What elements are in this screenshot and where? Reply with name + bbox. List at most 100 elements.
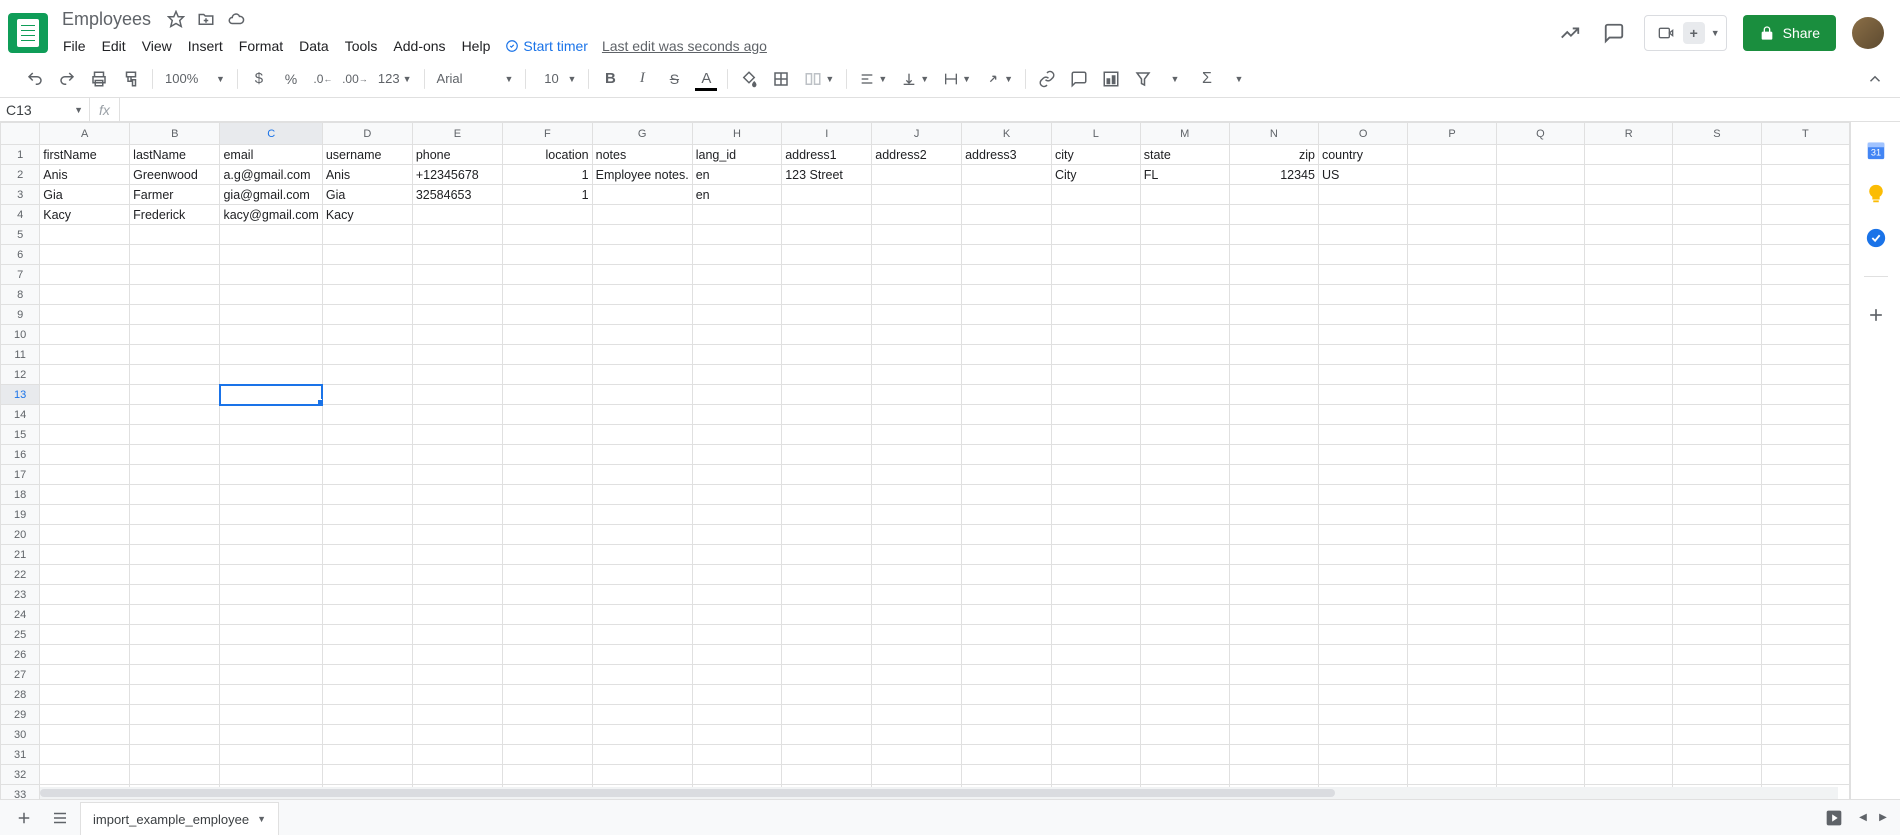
cell[interactable]: [1051, 705, 1140, 725]
text-rotation-button[interactable]: ▼: [979, 65, 1019, 93]
cell[interactable]: [220, 305, 322, 325]
row-header[interactable]: 31: [1, 745, 40, 765]
functions-button[interactable]: Σ: [1192, 65, 1222, 93]
cell[interactable]: [1318, 325, 1407, 345]
cell[interactable]: [130, 245, 220, 265]
cell[interactable]: [503, 485, 593, 505]
row-header[interactable]: 8: [1, 285, 40, 305]
cell[interactable]: [872, 345, 962, 365]
row-header[interactable]: 30: [1, 725, 40, 745]
cell[interactable]: [692, 545, 781, 565]
cell[interactable]: [872, 265, 962, 285]
cell[interactable]: [40, 345, 130, 365]
cell[interactable]: [1408, 545, 1496, 565]
horizontal-scrollbar[interactable]: [40, 787, 1838, 799]
cell[interactable]: [1318, 745, 1407, 765]
cell[interactable]: [1496, 625, 1584, 645]
cell[interactable]: [1496, 745, 1584, 765]
row-header[interactable]: 13: [1, 385, 40, 405]
cell[interactable]: [1229, 205, 1318, 225]
cell[interactable]: username: [322, 145, 412, 165]
cell[interactable]: [1761, 205, 1849, 225]
cell[interactable]: [1318, 285, 1407, 305]
cell[interactable]: [1229, 585, 1318, 605]
cell[interactable]: [1140, 385, 1229, 405]
cell[interactable]: [40, 685, 130, 705]
column-header[interactable]: E: [412, 123, 502, 145]
cell[interactable]: [322, 705, 412, 725]
cell[interactable]: [782, 545, 872, 565]
cell[interactable]: [872, 485, 962, 505]
cell[interactable]: [872, 645, 962, 665]
cell[interactable]: [1673, 145, 1761, 165]
cell[interactable]: address1: [782, 145, 872, 165]
cell[interactable]: [1318, 545, 1407, 565]
cell[interactable]: [412, 565, 502, 585]
cell[interactable]: [1051, 325, 1140, 345]
cell[interactable]: [692, 325, 781, 345]
cell[interactable]: [692, 665, 781, 685]
cell[interactable]: [412, 645, 502, 665]
cell[interactable]: [782, 705, 872, 725]
cell[interactable]: [872, 285, 962, 305]
cell[interactable]: Anis: [322, 165, 412, 185]
cell[interactable]: [592, 345, 692, 365]
cell[interactable]: [962, 325, 1052, 345]
cell[interactable]: [872, 325, 962, 345]
cell[interactable]: [782, 485, 872, 505]
cell[interactable]: [130, 585, 220, 605]
cell[interactable]: [412, 725, 502, 745]
cell[interactable]: [782, 765, 872, 785]
cell[interactable]: [1140, 245, 1229, 265]
cell[interactable]: [1140, 565, 1229, 585]
merge-cells-button[interactable]: ▼: [798, 65, 840, 93]
cell[interactable]: [1408, 245, 1496, 265]
cell[interactable]: [872, 425, 962, 445]
cell[interactable]: [962, 345, 1052, 365]
row-header[interactable]: 14: [1, 405, 40, 425]
menu-format[interactable]: Format: [232, 34, 290, 58]
cell[interactable]: [40, 445, 130, 465]
cell[interactable]: [1140, 285, 1229, 305]
percent-button[interactable]: %: [276, 65, 306, 93]
cell[interactable]: [1585, 625, 1673, 645]
cell[interactable]: [1496, 645, 1584, 665]
filter-button[interactable]: [1128, 65, 1158, 93]
cell[interactable]: [592, 765, 692, 785]
fill-color-button[interactable]: [734, 65, 764, 93]
cell[interactable]: [782, 685, 872, 705]
cell[interactable]: [322, 265, 412, 285]
cell[interactable]: [782, 245, 872, 265]
horizontal-align-button[interactable]: ▼: [853, 65, 893, 93]
cell[interactable]: [1229, 405, 1318, 425]
cell[interactable]: a.g@gmail.com: [220, 165, 322, 185]
cell[interactable]: [412, 265, 502, 285]
cell[interactable]: [1408, 385, 1496, 405]
column-header[interactable]: K: [962, 123, 1052, 145]
cell[interactable]: [1761, 145, 1849, 165]
cell[interactable]: [220, 265, 322, 285]
cell[interactable]: [1229, 665, 1318, 685]
cell[interactable]: [40, 325, 130, 345]
cell[interactable]: [872, 585, 962, 605]
cell[interactable]: [1051, 565, 1140, 585]
cell[interactable]: [1408, 365, 1496, 385]
cell[interactable]: [872, 665, 962, 685]
cell[interactable]: [1408, 705, 1496, 725]
cell[interactable]: [130, 765, 220, 785]
cell[interactable]: email: [220, 145, 322, 165]
cell[interactable]: [1140, 685, 1229, 705]
cell[interactable]: [592, 665, 692, 685]
row-header[interactable]: 20: [1, 525, 40, 545]
cell[interactable]: [962, 465, 1052, 485]
cell[interactable]: [412, 505, 502, 525]
cell[interactable]: [220, 385, 322, 405]
cell[interactable]: [782, 565, 872, 585]
cell[interactable]: [130, 325, 220, 345]
cell[interactable]: [872, 225, 962, 245]
cell[interactable]: [322, 485, 412, 505]
cell[interactable]: [592, 725, 692, 745]
increase-decimal-button[interactable]: .00→: [340, 65, 370, 93]
cell[interactable]: [1496, 205, 1584, 225]
row-header[interactable]: 6: [1, 245, 40, 265]
